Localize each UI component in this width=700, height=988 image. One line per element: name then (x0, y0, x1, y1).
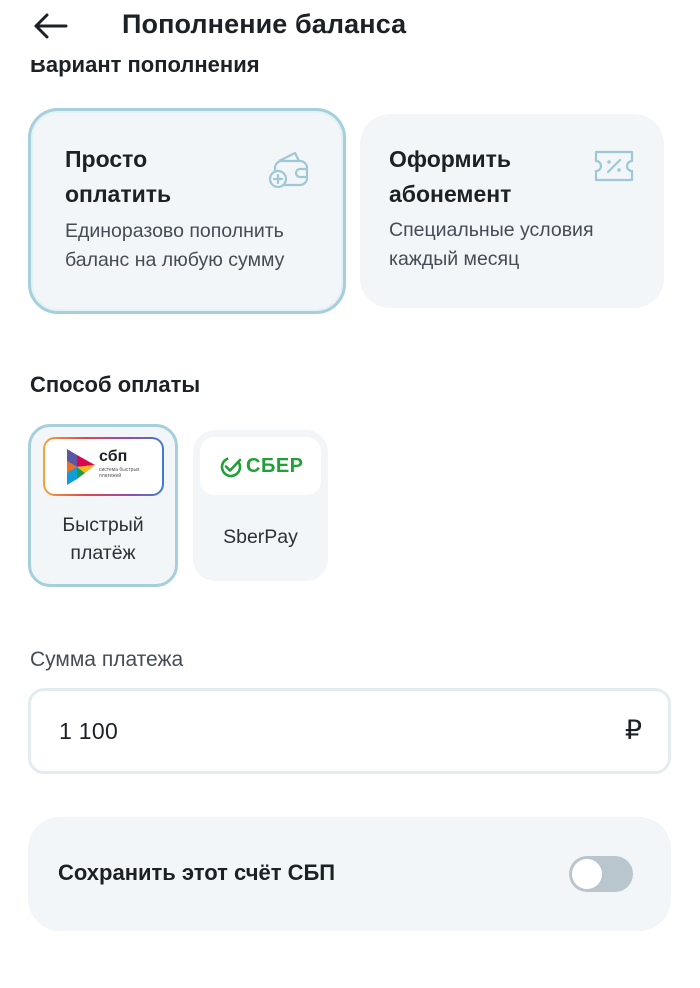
arrow-left-icon (34, 13, 68, 39)
sbp-logo-icon (67, 449, 95, 485)
payment-method-label: SberPay (223, 526, 298, 548)
sber-logo: СБЕР (200, 437, 321, 495)
option-card-one-time[interactable]: Просто оплатить Единоразово пополнить ба… (28, 108, 346, 314)
option-card-subscription[interactable]: Оформить абонемент Специальные условия к… (360, 114, 664, 308)
payment-method-sbp[interactable]: сбп система быстрых платежей Быстрый пла… (28, 424, 178, 587)
sber-logo-icon (220, 456, 242, 478)
payment-method-label: Быстрый платёж (62, 514, 144, 564)
section-label-payment-method: Способ оплаты (30, 372, 201, 397)
option-description: Единоразово пополнить баланс на любую су… (65, 220, 285, 271)
back-button[interactable] (28, 8, 72, 44)
option-title: Оформить абонемент (389, 146, 512, 207)
option-description: Специальные условия каждый месяц (389, 219, 594, 270)
sbp-logo: сбп система быстрых платежей (43, 437, 164, 496)
amount-input[interactable]: 1 100 ₽ (28, 688, 671, 774)
option-title: Просто оплатить (65, 146, 172, 207)
app-header: Пополнение баланса (0, 0, 700, 60)
sbp-logo-text: сбп (99, 448, 128, 465)
sber-logo-text: СБЕР (246, 455, 304, 477)
save-account-toggle[interactable] (569, 856, 633, 892)
save-account-label: Сохранить этот счёт СБП (58, 860, 336, 885)
toggle-knob (572, 859, 602, 889)
wallet-plus-icon (267, 147, 311, 196)
amount-value[interactable]: 1 100 (59, 718, 118, 745)
sbp-logo-subtext: система быстрых платежей (99, 467, 140, 479)
ticket-percent-icon (592, 146, 636, 191)
payment-method-sberpay[interactable]: СБЕР SberPay (193, 430, 328, 581)
ruble-icon: ₽ (624, 715, 642, 745)
amount-label: Сумма платежа (30, 648, 184, 671)
save-account-row: Сохранить этот счёт СБП (28, 817, 671, 931)
page-title: Пополнение баланса (122, 9, 407, 39)
